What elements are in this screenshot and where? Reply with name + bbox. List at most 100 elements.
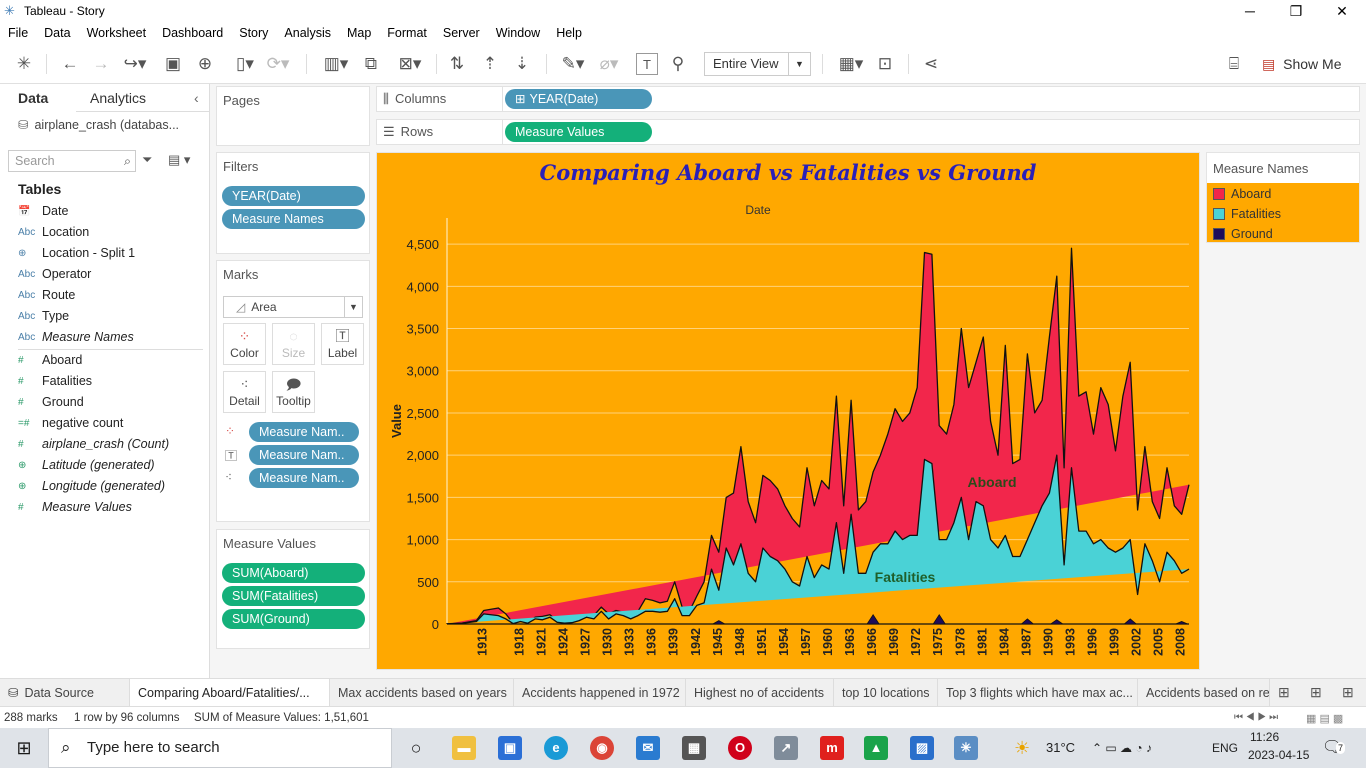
show-me-button[interactable]: ▤ Show Me (1262, 52, 1341, 76)
tab-sheet[interactable]: Accidents based on re (1138, 679, 1270, 707)
field-type[interactable]: Abc Type (18, 306, 203, 326)
field-airplane-crash-count[interactable]: # airplane_crash (Count) (18, 434, 203, 454)
menu-story[interactable]: Story (231, 26, 276, 40)
mail-icon[interactable]: ✉ (636, 736, 660, 760)
field-route[interactable]: Abc Route (18, 285, 203, 305)
windows-start-icon[interactable]: ⊞ (0, 728, 48, 768)
menu-worksheet[interactable]: Worksheet (79, 26, 155, 40)
cards-icon[interactable]: ▦▾ (834, 53, 868, 75)
tableau-taskbar-icon[interactable]: ✳ (954, 736, 978, 760)
color-button[interactable]: ⁘ Color (223, 323, 266, 365)
columns-pill[interactable]: ⊞ YEAR(Date) (505, 89, 652, 109)
swap-icon[interactable]: ⇅ (446, 53, 468, 75)
detail-button[interactable]: ⁖ Detail (223, 371, 266, 413)
undo-icon[interactable]: ← (59, 53, 81, 75)
field-aboard[interactable]: # Aboard (18, 350, 203, 370)
menu-dashboard[interactable]: Dashboard (154, 26, 231, 40)
calculator-icon[interactable]: ▦ (682, 736, 706, 760)
tab-sheet[interactable]: Max accidents based on years (330, 679, 514, 707)
field-measure-names[interactable]: Abc Measure Names (18, 327, 203, 347)
app-icon[interactable]: ↗ (774, 736, 798, 760)
menu-analysis[interactable]: Analysis (276, 26, 339, 40)
tab-data-source[interactable]: ⛁ Data Source (0, 679, 130, 707)
mark-pill-label[interactable]: Measure Nam.. (249, 445, 359, 465)
close-button[interactable]: ✕ (1319, 0, 1365, 22)
presentation-icon[interactable]: ⊡ (874, 53, 896, 75)
chart-view[interactable]: Comparing Aboard vs Fatalities vs Ground… (376, 152, 1200, 670)
mv-pill-ground[interactable]: SUM(Ground) (222, 609, 365, 629)
rows-pill[interactable]: Measure Values (505, 122, 652, 142)
tab-analytics[interactable]: Analytics (90, 90, 146, 106)
highlight-icon[interactable]: ✎▾ (558, 53, 588, 75)
new-datasource-icon[interactable]: ⊕ (195, 53, 215, 75)
menu-data[interactable]: Data (36, 26, 78, 40)
field-fatalities[interactable]: # Fatalities (18, 371, 203, 391)
measure-values-shelf[interactable]: Measure Values SUM(Aboard) SUM(Fatalitie… (216, 529, 370, 649)
fix-axes-icon[interactable]: ⚲ (667, 53, 689, 75)
tab-sheet[interactable]: top 10 locations (834, 679, 938, 707)
taskbar-search-input[interactable]: ⌕ Type here to search (48, 728, 392, 768)
tab-sheet[interactable]: Highest no of accidents (686, 679, 834, 707)
language-indicator[interactable]: ENG (1212, 728, 1238, 768)
mark-type-select[interactable]: ◿ Area ▼ (223, 296, 363, 318)
filter-pill-year[interactable]: YEAR(Date) (222, 186, 365, 206)
opera-icon[interactable]: O (728, 736, 752, 760)
legend-item-aboard[interactable]: Aboard (1213, 185, 1271, 203)
legend-item-ground[interactable]: Ground (1213, 225, 1273, 243)
replay-icon[interactable]: ↪▾ (120, 53, 150, 75)
mark-pill-color[interactable]: Measure Nam.. (249, 422, 359, 442)
menu-file[interactable]: File (0, 26, 36, 40)
size-button[interactable]: ◌ Size (272, 323, 315, 365)
field-negative-count[interactable]: =# negative count (18, 413, 203, 433)
field-longitude-generated[interactable]: ⊕ Longitude (generated) (18, 476, 203, 496)
tab-navigation-icon[interactable]: ⏮ ◀ ▶ ⏭ (1234, 712, 1278, 723)
restore-button[interactable]: ❐ (1273, 0, 1319, 22)
mark-pill-detail[interactable]: Measure Nam.. (249, 468, 359, 488)
search-input[interactable]: Search ⌕ (8, 150, 136, 172)
group-icon[interactable]: ⌀▾ (594, 53, 624, 75)
redo-icon[interactable]: → (90, 53, 112, 75)
field-latitude-generated[interactable]: ⊕ Latitude (generated) (18, 455, 203, 475)
store-icon[interactable]: ▣ (498, 736, 522, 760)
format-painter-icon[interactable]: ⌸ (1223, 53, 1245, 75)
tab-sheet[interactable]: Comparing Aboard/Fatalities/... (130, 679, 330, 707)
chrome-icon[interactable]: ◉ (590, 736, 614, 760)
tab-sheet[interactable]: Accidents happened in 1972 (514, 679, 686, 707)
file-explorer-icon[interactable]: ▬ (452, 736, 476, 760)
field-measure-values[interactable]: # Measure Values (18, 497, 203, 517)
field-operator[interactable]: Abc Operator (18, 264, 203, 284)
weather-icon[interactable]: ☀ (1014, 728, 1030, 768)
mv-pill-aboard[interactable]: SUM(Aboard) (222, 563, 365, 583)
label-button[interactable]: 🅃 Label (321, 323, 364, 365)
refresh-icon[interactable]: ⟳▾ (264, 53, 292, 75)
new-worksheet-icon[interactable]: ▥▾ (318, 53, 354, 75)
save-icon[interactable]: ▣ (163, 53, 183, 75)
sort-descending-icon[interactable]: ⇣ (511, 53, 533, 75)
tooltip-button[interactable]: 🗩 Tooltip (272, 371, 315, 413)
mv-pill-fatalities[interactable]: SUM(Fatalities) (222, 586, 365, 606)
field-location-split-1[interactable]: ⊕ Location - Split 1 (18, 243, 203, 263)
filter-icon[interactable]: ⏷ (142, 152, 152, 168)
collapse-pane-icon[interactable]: ‹ (194, 90, 199, 106)
clock-time[interactable]: 11:26 (1250, 730, 1279, 744)
system-tray-icons[interactable]: ⌃ ▭ ☁ ◔ ♪ (1092, 728, 1152, 768)
area-chart[interactable]: Comparing Aboard vs Fatalities vs Ground… (377, 153, 1199, 669)
share-icon[interactable]: ⋖ (920, 53, 942, 75)
field-ground[interactable]: # Ground (18, 392, 203, 412)
show-labels-icon[interactable]: T (636, 53, 658, 75)
clock-date[interactable]: 2023-04-15 (1248, 748, 1309, 762)
pages-shelf[interactable]: Pages (216, 86, 370, 146)
field-date[interactable]: 📅 Date (18, 201, 203, 221)
app-icon[interactable]: m (820, 736, 844, 760)
minimize-button[interactable]: ─ (1227, 0, 1273, 22)
tab-sheet[interactable]: Top 3 flights which have max ac... (938, 679, 1138, 707)
duplicate-icon[interactable]: ⧉ (360, 53, 382, 75)
task-view-icon[interactable]: ○ (404, 736, 428, 760)
view-mode-select[interactable]: Entire View ▼ (704, 52, 811, 76)
new-worksheet-tab-icon[interactable]: ⊞ (1278, 684, 1290, 701)
new-story-tab-icon[interactable]: ⊞ (1342, 684, 1354, 701)
photos-icon[interactable]: ▨ (910, 736, 934, 760)
rows-shelf[interactable]: ☰ Rows Measure Values (376, 119, 1360, 145)
tableau-home-icon[interactable]: ✳ (14, 53, 34, 75)
color-legend[interactable]: Measure Names Aboard Fatalities Ground (1206, 152, 1360, 243)
